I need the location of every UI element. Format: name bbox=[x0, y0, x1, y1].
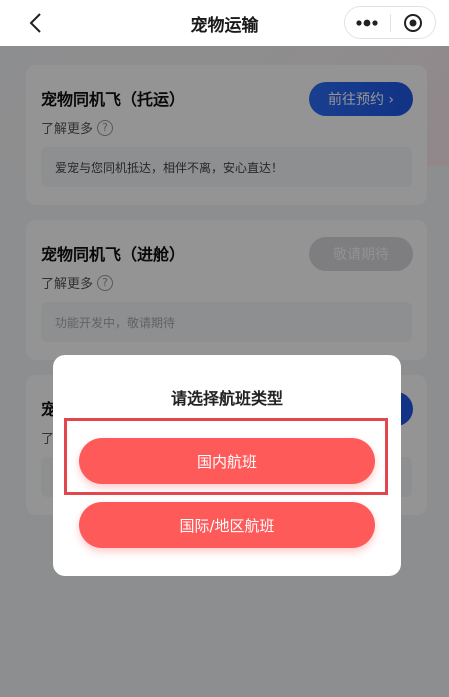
page-title: 宠物运输 bbox=[190, 15, 259, 36]
international-flight-button[interactable]: 国际/地区航班 bbox=[79, 502, 375, 548]
back-button[interactable] bbox=[22, 9, 48, 37]
chevron-left-icon bbox=[29, 13, 41, 33]
target-close-icon bbox=[403, 13, 422, 32]
close-mini-program-button[interactable] bbox=[391, 7, 436, 38]
highlight-annotation bbox=[64, 418, 388, 495]
dialog-title: 请选择航班类型 bbox=[170, 389, 283, 408]
mini-program-capsule bbox=[344, 6, 436, 39]
more-button[interactable] bbox=[345, 7, 390, 38]
more-dots-icon bbox=[356, 19, 378, 26]
nav-bar: 宠物运输 bbox=[0, 0, 449, 46]
